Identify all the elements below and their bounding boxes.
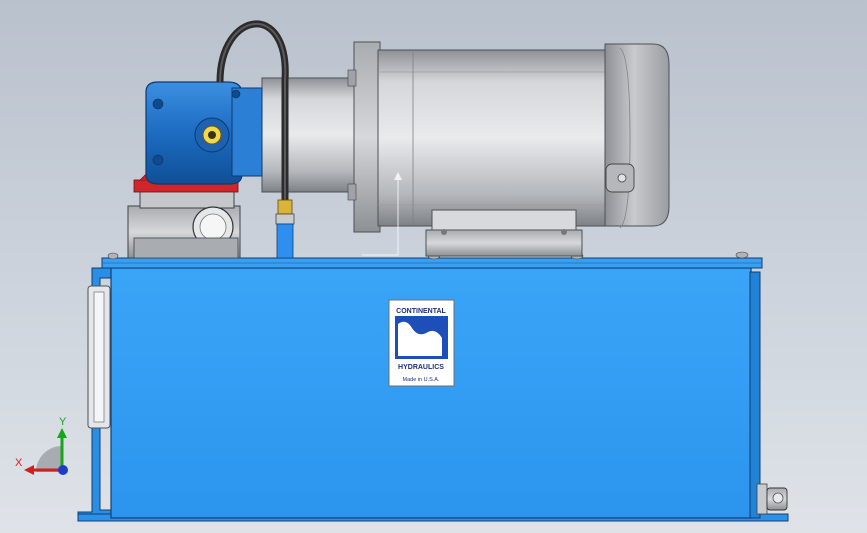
manufacturer-label-plate: CONTINENTAL HYDRAULICS Made in U.S.A.: [388, 299, 455, 387]
label-line-product: HYDRAULICS: [398, 364, 444, 371]
label-line-brand: CONTINENTAL: [396, 308, 446, 315]
lid-bolt: [107, 252, 119, 260]
cad-viewport[interactable]: CONTINENTAL HYDRAULICS Made in U.S.A. Y …: [0, 0, 867, 533]
lid-bolt: [735, 251, 749, 259]
orientation-triad[interactable]: Y X: [15, 416, 68, 475]
z-axis-dot: [58, 465, 68, 475]
hydraulic-power-unit-model: CONTINENTAL HYDRAULICS Made in U.S.A. Y …: [15, 20, 789, 522]
y-axis-label: Y: [59, 416, 67, 428]
x-axis-label: X: [15, 457, 23, 469]
electric-motor[interactable]: [261, 41, 670, 257]
label-line-origin: Made in U.S.A.: [403, 377, 440, 383]
x-axis-arrow: [24, 465, 34, 475]
valve-manifold[interactable]: [127, 189, 241, 259]
hydraulic-pump[interactable]: [145, 81, 263, 185]
y-axis-arrow: [57, 428, 67, 438]
drain-plug[interactable]: [756, 483, 788, 515]
